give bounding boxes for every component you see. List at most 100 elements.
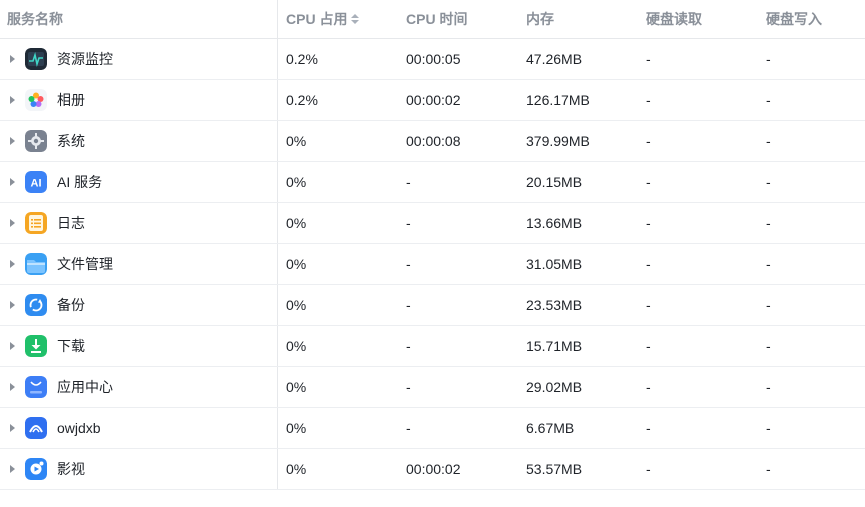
table-row[interactable]: 备份 0% - 23.53MB - - [0,285,865,326]
service-name-cell: 系统 [0,121,278,161]
table-row[interactable]: 应用中心 0% - 29.02MB - - [0,367,865,408]
memory-cell: 47.26MB [518,39,638,79]
expand-caret-icon[interactable] [10,96,15,104]
disk-read: - [646,174,651,190]
photos-icon [25,89,47,111]
disk-read: - [646,461,651,477]
memory-usage: 31.05MB [526,256,583,272]
expand-caret-icon[interactable] [10,137,15,145]
disk-read: - [646,420,651,436]
expand-caret-icon[interactable] [10,465,15,473]
file-manager-icon [25,253,47,275]
cpu-usage: 0% [286,420,307,436]
column-header-name[interactable]: 服务名称 [0,0,278,38]
service-name-cell: 备份 [0,285,278,325]
memory-cell: 13.66MB [518,203,638,243]
service-name-cell: AI AI 服务 [0,162,278,202]
disk-write-cell: - [758,326,865,366]
memory-cell: 379.99MB [518,121,638,161]
expand-caret-icon[interactable] [10,301,15,309]
service-name: AI 服务 [57,174,103,190]
disk-write-cell: - [758,367,865,407]
table-row[interactable]: 日志 0% - 13.66MB - - [0,203,865,244]
expand-caret-icon[interactable] [10,55,15,63]
cpu-usage-cell: 0% [278,244,398,284]
service-name-cell: 日志 [0,203,278,243]
cpu-usage: 0.2% [286,51,318,67]
column-header-disk-write[interactable]: 硬盘写入 [758,0,865,38]
table-row[interactable]: owjdxb 0% - 6.67MB - - [0,408,865,449]
table-row[interactable]: 系统 0% 00:00:08 379.99MB - - [0,121,865,162]
cpu-time-cell: 00:00:08 [398,121,518,161]
cpu-usage-cell: 0% [278,162,398,202]
disk-write: - [766,297,771,313]
column-header-disk-read[interactable]: 硬盘读取 [638,0,758,38]
service-name: 日志 [57,215,85,231]
disk-write-cell: - [758,408,865,448]
cpu-time-cell: - [398,162,518,202]
memory-cell: 15.71MB [518,326,638,366]
sort-icon[interactable] [351,14,360,24]
cpu-usage: 0% [286,133,307,149]
memory-usage: 47.26MB [526,51,583,67]
cpu-time: - [406,379,411,395]
disk-read: - [646,256,651,272]
memory-cell: 126.17MB [518,80,638,120]
process-table: 服务名称 CPU 占用 CPU 时间 内存 硬盘读取 硬盘写入 资源监控 0.2… [0,0,865,490]
app-store-icon [25,376,47,398]
service-name-cell: 文件管理 [0,244,278,284]
disk-read: - [646,133,651,149]
expand-caret-icon[interactable] [10,260,15,268]
expand-caret-icon[interactable] [10,219,15,227]
cpu-time: - [406,338,411,354]
svg-text:AI: AI [31,178,42,190]
cpu-usage: 0% [286,379,307,395]
disk-read-cell: - [638,80,758,120]
expand-caret-icon[interactable] [10,383,15,391]
expand-caret-icon[interactable] [10,424,15,432]
table-row[interactable]: 文件管理 0% - 31.05MB - - [0,244,865,285]
cpu-time-cell: - [398,408,518,448]
column-header-memory[interactable]: 内存 [518,0,638,38]
memory-cell: 23.53MB [518,285,638,325]
disk-write: - [766,215,771,231]
column-header-cpu-time-label: CPU 时间 [406,11,468,27]
disk-write: - [766,51,771,67]
cpu-time: 00:00:08 [406,133,461,149]
cpu-usage-cell: 0.2% [278,80,398,120]
disk-read-cell: - [638,203,758,243]
table-row[interactable]: 下载 0% - 15.71MB - - [0,326,865,367]
memory-cell: 53.57MB [518,449,638,489]
disk-read-cell: - [638,285,758,325]
column-header-cpu-time[interactable]: CPU 时间 [398,0,518,38]
cpu-usage-cell: 0% [278,449,398,489]
table-row[interactable]: AI AI 服务 0% - 20.15MB - - [0,162,865,203]
table-row[interactable]: 资源监控 0.2% 00:00:05 47.26MB - - [0,39,865,80]
cpu-usage-cell: 0% [278,408,398,448]
download-icon [25,335,47,357]
cpu-usage: 0.2% [286,92,318,108]
service-name-cell: 相册 [0,80,278,120]
disk-read-cell: - [638,121,758,161]
cpu-time: - [406,297,411,313]
cpu-time-cell: - [398,367,518,407]
column-header-cpu[interactable]: CPU 占用 [278,0,398,38]
memory-cell: 31.05MB [518,244,638,284]
table-row[interactable]: 影视 0% 00:00:02 53.57MB - - [0,449,865,490]
service-name: 相册 [57,92,85,108]
cpu-time-cell: 00:00:05 [398,39,518,79]
service-name-cell: owjdxb [0,408,278,448]
memory-usage: 6.67MB [526,420,575,436]
disk-write: - [766,174,771,190]
disk-write-cell: - [758,285,865,325]
memory-usage: 126.17MB [526,92,590,108]
service-name-cell: 应用中心 [0,367,278,407]
memory-usage: 20.15MB [526,174,583,190]
table-row[interactable]: 相册 0.2% 00:00:02 126.17MB - - [0,80,865,121]
memory-usage: 53.57MB [526,461,583,477]
cpu-time: 00:00:05 [406,51,461,67]
cpu-usage-cell: 0.2% [278,39,398,79]
log-icon [25,212,47,234]
expand-caret-icon[interactable] [10,178,15,186]
expand-caret-icon[interactable] [10,342,15,350]
